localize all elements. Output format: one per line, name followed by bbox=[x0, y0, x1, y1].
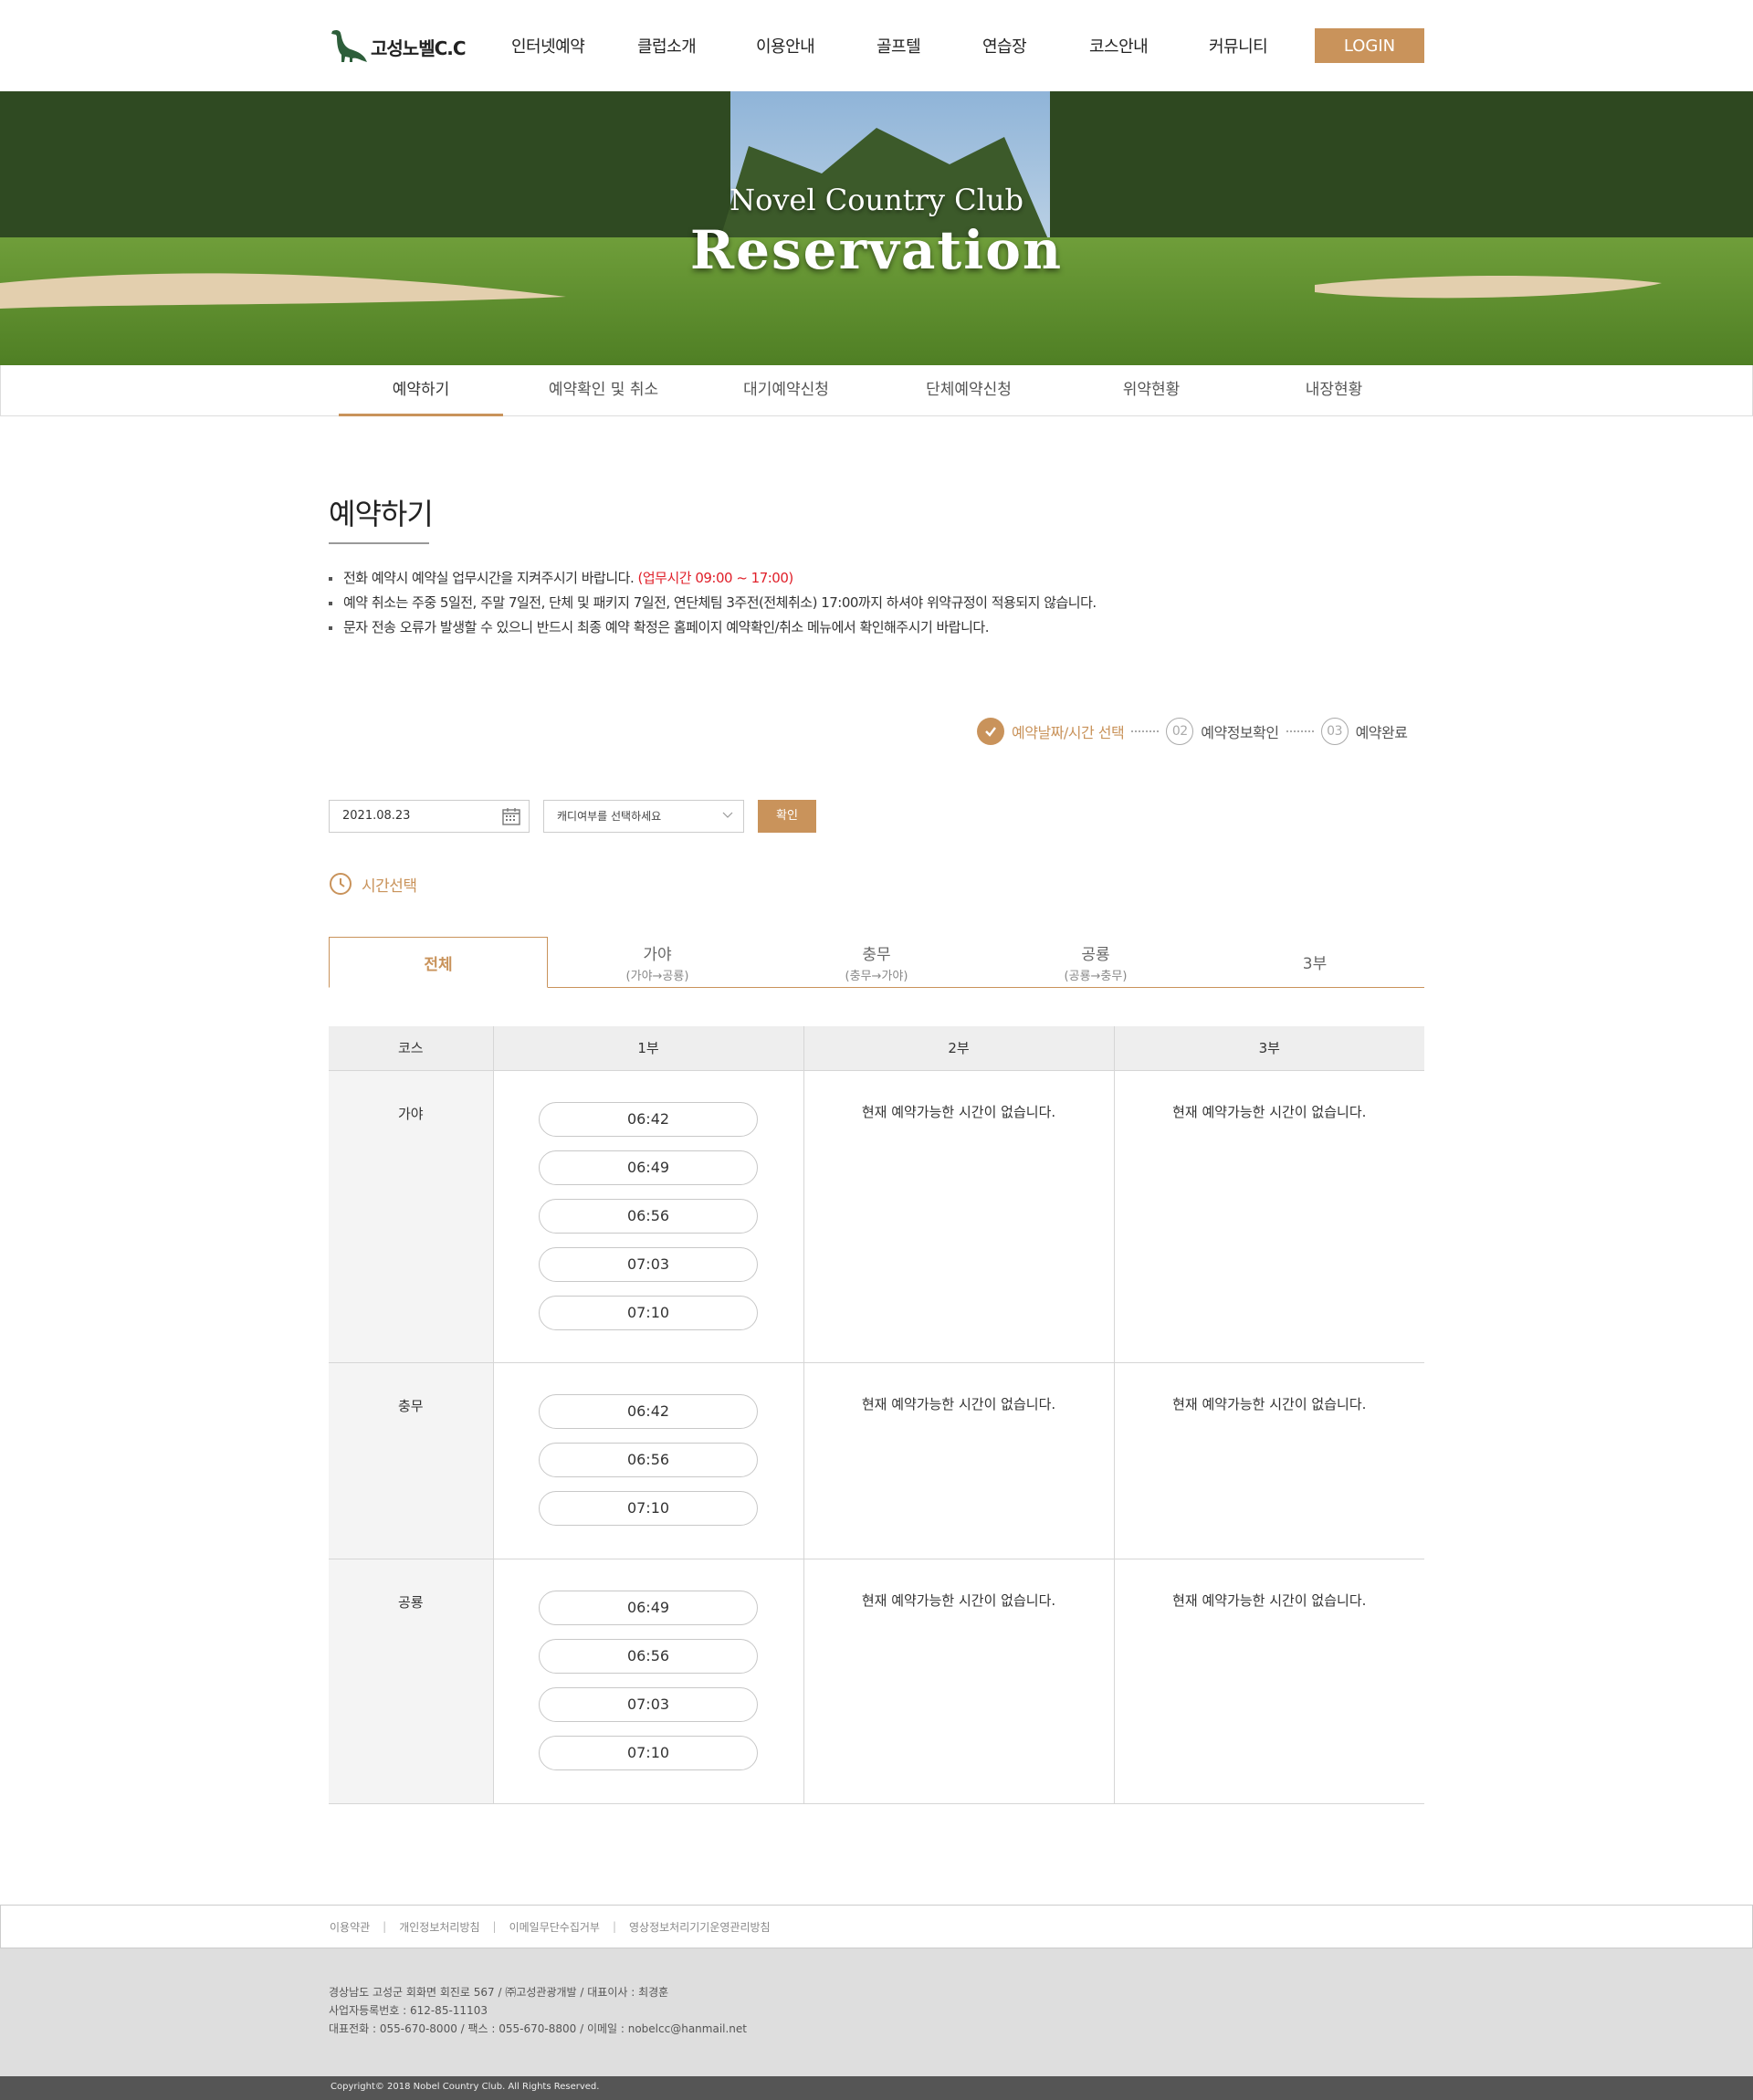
tee-time-button[interactable]: 06:49 bbox=[539, 1590, 758, 1625]
site-logo[interactable]: 고성노벨C.C bbox=[329, 27, 467, 64]
footer-separator: | bbox=[383, 1920, 387, 1933]
time-select-heading: 시간선택 bbox=[329, 872, 417, 896]
tab-all[interactable]: 전체 bbox=[329, 937, 548, 988]
footer-separator: | bbox=[612, 1920, 617, 1933]
check-icon bbox=[977, 718, 1004, 745]
reservation-steps: 예약날짜/시간 선택 02 예약정보확인 03 예약완료 bbox=[977, 716, 1408, 747]
subnav-item-group[interactable]: 단체예약신청 bbox=[877, 365, 1060, 415]
column-header: 코스 bbox=[329, 1026, 493, 1071]
no-availability-message: 현재 예약가능한 시간이 없습니다. bbox=[803, 1362, 1114, 1559]
tab-gongryong[interactable]: 공룡 (공룡→충무) bbox=[986, 937, 1205, 987]
business-number: 사업자등록번호 : 612-85-11103 bbox=[329, 2004, 488, 2017]
chevron-down-icon bbox=[722, 812, 733, 818]
footer-separator: | bbox=[492, 1920, 497, 1933]
step-2: 02 예약정보확인 bbox=[1166, 718, 1279, 745]
table-row: 공룡 06:49 06:56 07:03 07:10 현재 예약가능한 시간이 … bbox=[329, 1559, 1424, 1804]
notice-item: 예약 취소는 주중 5일전, 주말 7일전, 단체 및 패키지 7일전, 연단체… bbox=[329, 591, 1424, 615]
tee-time-button[interactable]: 07:03 bbox=[539, 1686, 758, 1722]
footer-link-privacy[interactable]: 개인정보처리방침 bbox=[399, 1919, 479, 1935]
notice-list: 전화 예약시 예약실 업무시간을 지켜주시기 바랍니다. (업무시간 09:00… bbox=[329, 566, 1424, 640]
tee-time-table: 코스 1부 2부 3부 가야 06:42 06:49 06:56 07:03 0… bbox=[329, 1026, 1424, 1804]
tee-time-button[interactable]: 06:42 bbox=[539, 1393, 758, 1429]
tee-time-button[interactable]: 06:56 bbox=[539, 1198, 758, 1234]
login-button[interactable]: LOGIN bbox=[1315, 28, 1424, 63]
no-availability-message: 현재 예약가능한 시간이 없습니다. bbox=[803, 1559, 1114, 1804]
no-availability-message: 현재 예약가능한 시간이 없습니다. bbox=[1113, 1559, 1424, 1804]
page-title: 예약하기 bbox=[329, 497, 434, 531]
footer-link-cctv-policy[interactable]: 영상정보처리기기운영관리방침 bbox=[629, 1919, 771, 1935]
subnav-item-penalty[interactable]: 위약현황 bbox=[1060, 365, 1243, 415]
hero-subtitle: Novel Country Club bbox=[730, 183, 1023, 217]
main-navigation: 인터넷예약 클럽소개 이용안내 골프텔 연습장 코스안내 커뮤니티 bbox=[511, 0, 1300, 91]
no-availability-message: 현재 예약가능한 시간이 없습니다. bbox=[803, 1070, 1114, 1363]
business-hours: (업무시간 09:00 ~ 17:00) bbox=[637, 570, 794, 586]
gnb-item-practice[interactable]: 연습장 bbox=[982, 34, 1089, 58]
clock-icon bbox=[330, 873, 352, 895]
copyright-bar: Copyright© 2018 Nobel Country Club. All … bbox=[0, 2076, 1753, 2100]
title-underline bbox=[329, 542, 429, 544]
tee-time-button[interactable]: 06:49 bbox=[539, 1150, 758, 1185]
notice-item: 전화 예약시 예약실 업무시간을 지켜주시기 바랍니다. (업무시간 09:00… bbox=[329, 566, 1424, 591]
table-header-row: 코스 1부 2부 3부 bbox=[329, 1026, 1424, 1071]
subnav-item-check-cancel[interactable]: 예약확인 및 취소 bbox=[512, 365, 695, 415]
part1-slots: 06:49 06:56 07:03 07:10 bbox=[492, 1559, 803, 1804]
step-divider bbox=[1286, 730, 1314, 732]
tab-chungmu[interactable]: 충무 (충무→가야) bbox=[767, 937, 986, 987]
caddy-select[interactable]: 캐디여부를 선택하세요 bbox=[543, 800, 744, 833]
subnav-item-reserve[interactable]: 예약하기 bbox=[330, 365, 512, 416]
tee-time-button[interactable]: 07:10 bbox=[539, 1295, 758, 1330]
footer-link-terms[interactable]: 이용약관 bbox=[330, 1919, 370, 1935]
gnb-item-golftel[interactable]: 골프텔 bbox=[876, 34, 982, 58]
copyright-text: Copyright© 2018 Nobel Country Club. All … bbox=[331, 2082, 600, 2092]
tee-time-button[interactable]: 06:56 bbox=[539, 1638, 758, 1674]
tee-time-button[interactable]: 07:10 bbox=[539, 1490, 758, 1526]
gnb-item-community[interactable]: 커뮤니티 bbox=[1209, 34, 1300, 58]
subnav-item-visit-status[interactable]: 내장현황 bbox=[1243, 365, 1425, 415]
gnb-item-course[interactable]: 코스안내 bbox=[1089, 34, 1209, 58]
no-availability-message: 현재 예약가능한 시간이 없습니다. bbox=[1113, 1362, 1424, 1559]
company-address: 경상남도 고성군 회화면 회진로 567 / ㈜고성관광개발 / 대표이사 : … bbox=[329, 1986, 669, 1999]
step-divider bbox=[1131, 730, 1160, 732]
logo-text: 고성노벨C.C bbox=[371, 37, 467, 59]
step-number: 02 bbox=[1166, 718, 1194, 745]
course-name: 가야 bbox=[329, 1070, 493, 1363]
gnb-item-guide[interactable]: 이용안내 bbox=[756, 34, 876, 58]
gnb-item-reservation[interactable]: 인터넷예약 bbox=[511, 34, 648, 58]
step-number: 03 bbox=[1320, 718, 1349, 745]
no-availability-message: 현재 예약가능한 시간이 없습니다. bbox=[1113, 1070, 1424, 1363]
part1-slots: 06:42 06:56 07:10 bbox=[492, 1362, 803, 1559]
footer-link-email-policy[interactable]: 이메일무단수집거부 bbox=[509, 1919, 600, 1935]
dinosaur-logo-icon bbox=[331, 29, 367, 62]
notice-item: 문자 전송 오류가 발생할 수 있으니 반드시 최종 예약 확정은 홈페이지 예… bbox=[329, 615, 1424, 640]
footer-links: 이용약관 | 개인정보처리방침 | 이메일무단수집거부 | 영상정보처리기기운영… bbox=[0, 1905, 1753, 1948]
tee-time-button[interactable]: 07:10 bbox=[539, 1735, 758, 1770]
column-header: 1부 bbox=[492, 1026, 803, 1071]
tab-part3[interactable]: 3부 bbox=[1205, 937, 1424, 987]
tee-time-button[interactable]: 07:03 bbox=[539, 1246, 758, 1282]
footer-info: 경상남도 고성군 회화면 회진로 567 / ㈜고성관광개발 / 대표이사 : … bbox=[0, 1948, 1753, 2076]
tee-time-button[interactable]: 06:42 bbox=[539, 1101, 758, 1137]
subnav-item-waiting[interactable]: 대기예약신청 bbox=[695, 365, 877, 415]
hero-title: Reservation bbox=[689, 219, 1064, 281]
date-input[interactable]: 2021.08.23 bbox=[329, 800, 530, 833]
column-header: 3부 bbox=[1113, 1026, 1424, 1071]
calendar-icon[interactable] bbox=[501, 806, 521, 826]
table-row: 충무 06:42 06:56 07:10 현재 예약가능한 시간이 없습니다. … bbox=[329, 1362, 1424, 1559]
sub-navigation: 예약하기 예약확인 및 취소 대기예약신청 단체예약신청 위약현황 내장현황 bbox=[0, 365, 1753, 416]
column-header: 2부 bbox=[803, 1026, 1114, 1071]
tee-time-button[interactable]: 06:56 bbox=[539, 1442, 758, 1477]
course-name: 공룡 bbox=[329, 1559, 493, 1804]
gnb-item-club-intro[interactable]: 클럽소개 bbox=[637, 34, 756, 58]
step-3: 03 예약완료 bbox=[1320, 718, 1408, 745]
tab-gaya[interactable]: 가야 (가야→공룡) bbox=[548, 937, 767, 987]
confirm-button[interactable]: 확인 bbox=[758, 800, 816, 833]
hero-banner: Novel Country Club Reservation bbox=[0, 91, 1753, 365]
course-tabs: 전체 가야 (가야→공룡) 충무 (충무→가야) 공룡 (공룡→충무) 3부 bbox=[329, 937, 1424, 988]
part1-slots: 06:42 06:49 06:56 07:03 07:10 bbox=[492, 1070, 803, 1363]
table-row: 가야 06:42 06:49 06:56 07:03 07:10 현재 예약가능… bbox=[329, 1070, 1424, 1363]
step-1: 예약날짜/시간 선택 bbox=[977, 718, 1125, 745]
contact-info: 대표전화 : 055-670-8000 / 팩스 : 055-670-8800 … bbox=[329, 2022, 747, 2035]
site-header: 고성노벨C.C 인터넷예약 클럽소개 이용안내 골프텔 연습장 코스안내 커뮤니… bbox=[0, 0, 1753, 91]
course-name: 충무 bbox=[329, 1362, 493, 1559]
